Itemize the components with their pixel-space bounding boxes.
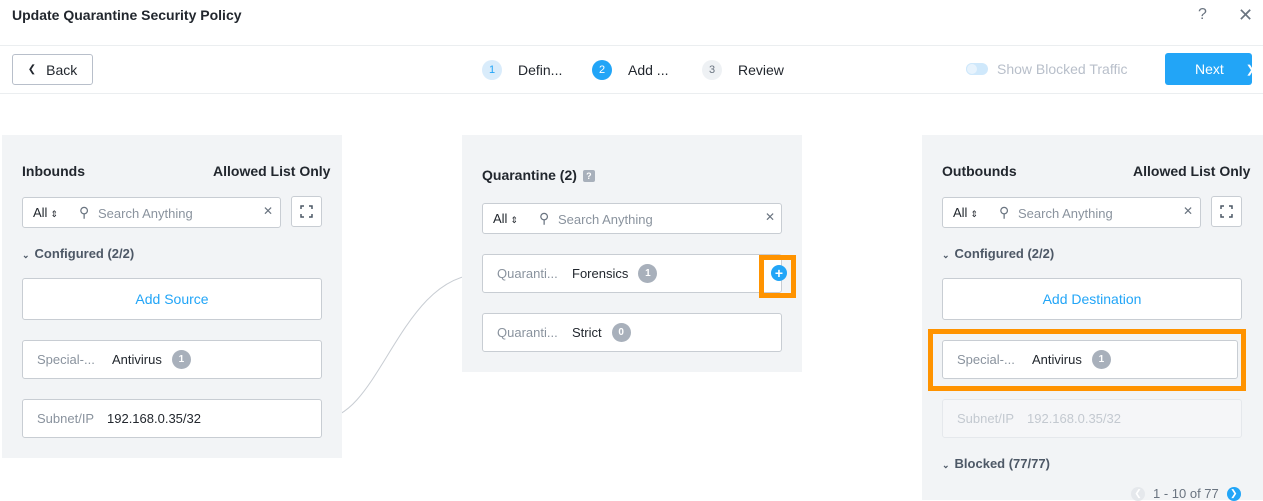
wizard-step-1[interactable]: 1 Defin... bbox=[482, 60, 562, 80]
chevron-down-icon: ⌄ bbox=[22, 250, 30, 260]
quarantine-search[interactable]: All ⇕ ⚲ Search Anything ✕ bbox=[482, 203, 782, 234]
item-key: Special-... bbox=[957, 352, 1015, 367]
count-badge: 1 bbox=[638, 264, 658, 283]
item-value: Strict bbox=[572, 325, 602, 340]
add-connection-icon[interactable]: + bbox=[771, 265, 787, 281]
quarantine-title: Quarantine (2)? bbox=[482, 167, 595, 183]
inbounds-configured-header[interactable]: ⌄ Configured (2/2) bbox=[22, 246, 134, 261]
item-key: Subnet/IP bbox=[957, 411, 1015, 426]
show-blocked-toggle[interactable] bbox=[966, 63, 988, 75]
list-item[interactable]: Special-... Antivirus 1 bbox=[22, 340, 322, 379]
chevron-right-icon[interactable]: ❯ bbox=[1226, 486, 1241, 501]
step-label: Add ... bbox=[628, 62, 669, 78]
expand-button[interactable] bbox=[291, 196, 322, 227]
search-placeholder: Search Anything bbox=[98, 206, 193, 221]
chevron-down-icon: ⌄ bbox=[942, 250, 950, 260]
expand-icon bbox=[300, 205, 313, 218]
clear-icon[interactable]: ✕ bbox=[765, 210, 775, 224]
toggle-knob bbox=[966, 63, 978, 75]
chevron-down-icon: ⌄ bbox=[942, 460, 950, 470]
close-icon[interactable]: ✕ bbox=[1238, 5, 1253, 26]
inbounds-subtitle: Allowed List Only bbox=[213, 163, 331, 179]
count-badge: 1 bbox=[1091, 350, 1111, 369]
item-value: Antivirus bbox=[112, 352, 162, 367]
chevron-left-icon[interactable]: ❮ bbox=[1131, 486, 1145, 501]
item-key: Special-... bbox=[37, 352, 95, 367]
caret-icon: ⇕ bbox=[50, 209, 58, 219]
outbounds-blocked-header[interactable]: ⌄ Blocked (77/77) bbox=[942, 456, 1050, 471]
list-item[interactable]: Quaranti... Strict 0 bbox=[482, 313, 782, 352]
next-button-label: Next bbox=[1195, 61, 1224, 77]
item-key: Quaranti... bbox=[497, 266, 558, 281]
step-label: Defin... bbox=[518, 62, 563, 78]
connection-line bbox=[321, 273, 483, 420]
step-label: Review bbox=[738, 62, 784, 78]
caret-icon: ⇕ bbox=[510, 215, 518, 225]
list-item: Subnet/IP 192.168.0.35/32 bbox=[942, 399, 1242, 438]
outbounds-configured-header[interactable]: ⌄ Configured (2/2) bbox=[942, 246, 1054, 261]
step-number: 3 bbox=[702, 60, 722, 80]
expand-icon bbox=[1220, 205, 1233, 218]
step-number: 1 bbox=[482, 60, 502, 80]
modal-header: Update Quarantine Security Policy ? ✕ bbox=[0, 0, 1263, 46]
caret-icon: ⇕ bbox=[970, 209, 978, 219]
help-icon[interactable]: ? bbox=[1198, 6, 1207, 24]
inbounds-search[interactable]: All ⇕ ⚲ Search Anything ✕ bbox=[22, 197, 281, 228]
search-icon: ⚲ bbox=[79, 204, 90, 220]
modal-title: Update Quarantine Security Policy bbox=[12, 7, 242, 23]
help-icon[interactable]: ? bbox=[582, 170, 595, 182]
count-badge: 1 bbox=[171, 350, 191, 369]
wizard-toolbar: ❮ Back 1 Defin... 2 Add ... 3 Review Sho… bbox=[0, 46, 1263, 94]
count-badge: 0 bbox=[611, 323, 631, 342]
step-number: 2 bbox=[592, 60, 612, 80]
inbounds-title: Inbounds bbox=[22, 163, 85, 179]
filter-select[interactable]: All ⇕ bbox=[953, 205, 978, 220]
outbounds-search[interactable]: All ⇕ ⚲ Search Anything ✕ bbox=[942, 197, 1201, 228]
search-placeholder: Search Anything bbox=[1018, 206, 1113, 221]
wizard-step-3[interactable]: 3 Review bbox=[702, 60, 784, 80]
filter-select[interactable]: All ⇕ bbox=[33, 205, 58, 220]
clear-icon[interactable]: ✕ bbox=[1183, 204, 1193, 218]
clear-icon[interactable]: ✕ bbox=[263, 204, 273, 218]
list-item[interactable]: Quaranti... Forensics 1 bbox=[482, 254, 782, 293]
item-value: Forensics bbox=[572, 266, 629, 281]
add-source-button[interactable]: Add Source bbox=[22, 278, 322, 320]
pagination: ❮ 1 - 10 of 77 ❯ bbox=[1131, 486, 1241, 501]
item-value: 192.168.0.35/32 bbox=[107, 411, 201, 426]
item-value: Antivirus bbox=[1032, 352, 1082, 367]
back-button[interactable]: ❮ Back bbox=[12, 54, 93, 85]
list-item[interactable]: Special-... Antivirus 1 bbox=[942, 340, 1238, 379]
add-destination-button[interactable]: Add Destination bbox=[942, 278, 1242, 320]
outbounds-subtitle: Allowed List Only bbox=[1133, 163, 1251, 179]
chevron-right-icon: ❯ bbox=[1245, 63, 1256, 76]
wizard-step-2[interactable]: 2 Add ... bbox=[592, 60, 668, 80]
next-button[interactable]: Next ❯ bbox=[1165, 53, 1256, 85]
search-icon: ⚲ bbox=[539, 210, 550, 226]
outbounds-title: Outbounds bbox=[942, 163, 1017, 179]
show-blocked-label: Show Blocked Traffic bbox=[997, 61, 1128, 77]
list-item[interactable]: Subnet/IP 192.168.0.35/32 bbox=[22, 399, 322, 438]
item-key: Subnet/IP bbox=[37, 411, 95, 426]
search-placeholder: Search Anything bbox=[558, 212, 653, 227]
pagination-label: 1 - 10 of 77 bbox=[1153, 486, 1219, 501]
expand-button[interactable] bbox=[1211, 196, 1242, 227]
item-value: 192.168.0.35/32 bbox=[1027, 411, 1121, 426]
chevron-left-icon: ❮ bbox=[27, 64, 37, 75]
item-key: Quaranti... bbox=[497, 325, 558, 340]
search-icon: ⚲ bbox=[999, 204, 1010, 220]
filter-select[interactable]: All ⇕ bbox=[493, 211, 518, 226]
back-button-label: Back bbox=[46, 61, 78, 78]
